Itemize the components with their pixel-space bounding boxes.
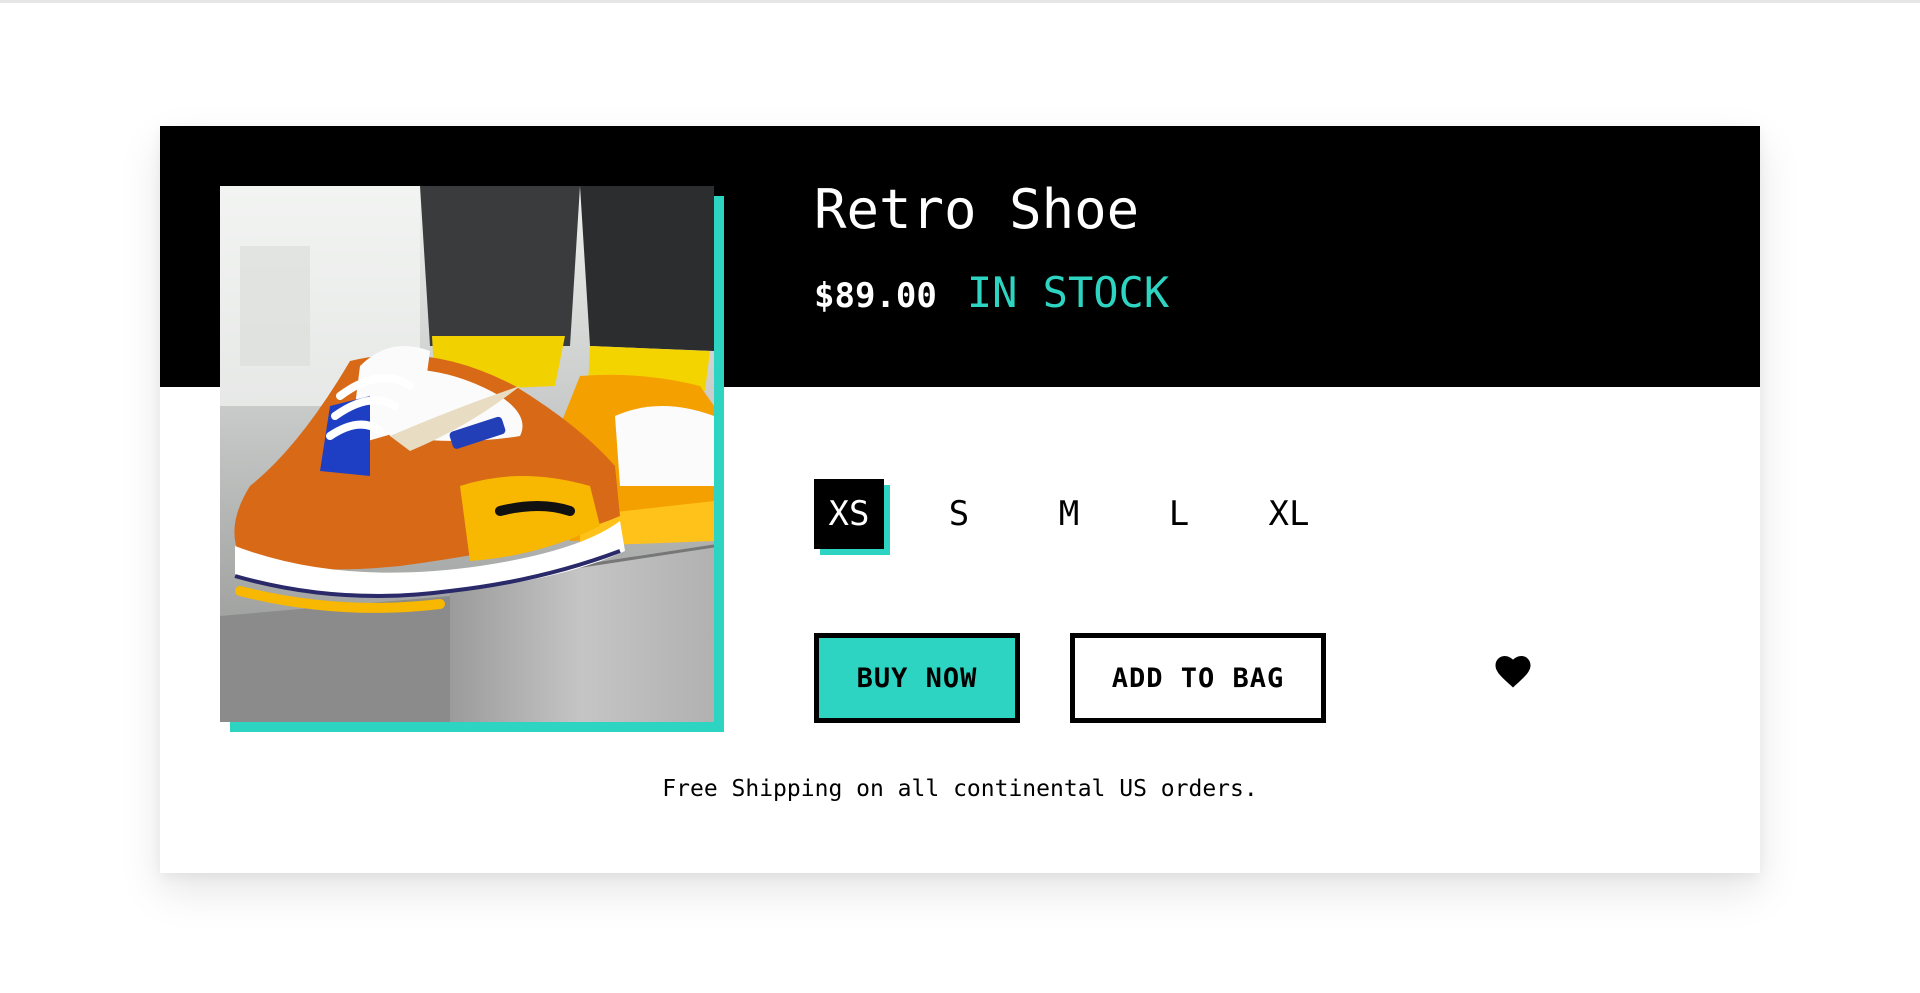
top-divider <box>0 0 1920 3</box>
size-selector: XS S M L XL <box>814 479 1324 549</box>
purchase-actions: BUY NOW ADD TO BAG <box>814 633 1326 723</box>
shipping-note: Free Shipping on all continental US orde… <box>662 776 1258 802</box>
stock-status: IN STOCK <box>966 268 1170 317</box>
product-image <box>220 186 714 722</box>
size-option-l[interactable]: L <box>1144 479 1214 549</box>
size-option-m[interactable]: M <box>1034 479 1104 549</box>
product-title: Retro Shoe <box>814 178 1140 241</box>
heart-icon[interactable] <box>1492 650 1534 690</box>
product-card: Retro Shoe $89.00 IN STOCK XS S M L XL B… <box>160 126 1760 873</box>
product-price: $89.00 <box>814 276 937 316</box>
size-option-xl[interactable]: XL <box>1254 479 1324 549</box>
buy-now-button[interactable]: BUY NOW <box>814 633 1020 723</box>
size-option-s[interactable]: S <box>924 479 994 549</box>
add-to-bag-button[interactable]: ADD TO BAG <box>1070 633 1326 723</box>
product-image-frame <box>220 186 724 732</box>
size-option-xs[interactable]: XS <box>814 479 884 549</box>
price-row: $89.00 IN STOCK <box>814 268 1169 317</box>
